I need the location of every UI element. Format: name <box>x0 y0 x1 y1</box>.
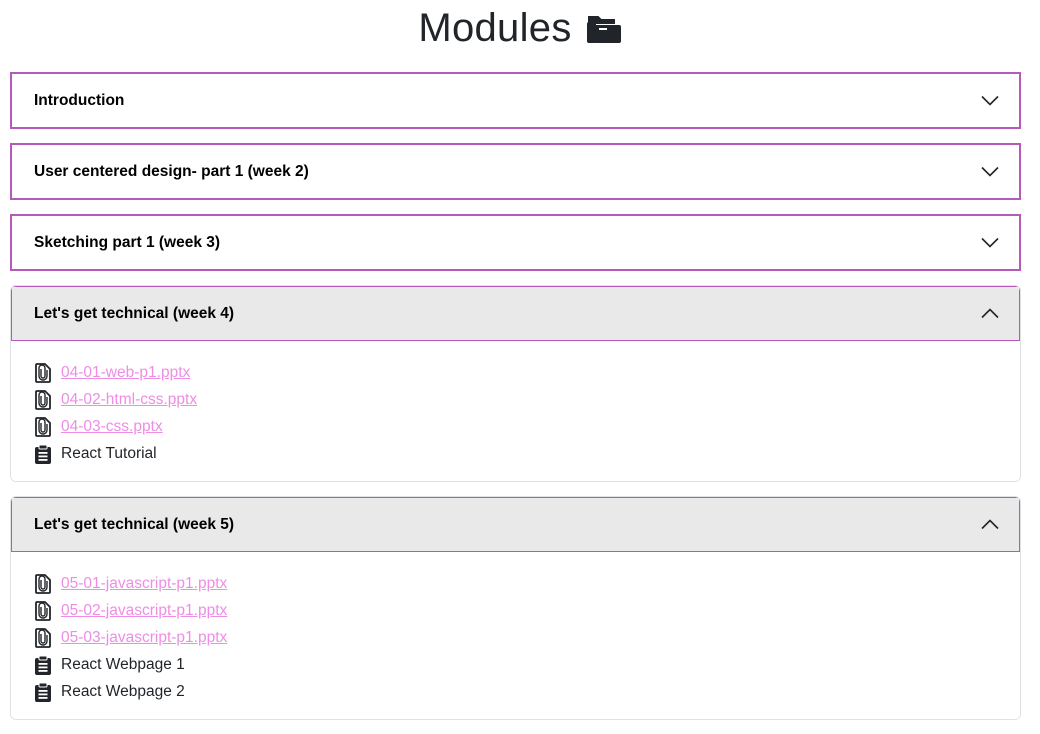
paperclip-file-icon <box>33 600 53 621</box>
module-item: Sketching part 1 (week 3) <box>10 214 1021 271</box>
file-resource-item: 05-01-javascript-p1.pptx <box>33 570 998 597</box>
assignment-label[interactable]: React Webpage 2 <box>61 683 185 701</box>
paperclip-file-icon <box>33 389 53 410</box>
module-header-button[interactable]: Sketching part 1 (week 3) <box>10 214 1021 271</box>
file-link[interactable]: 04-02-html-css.pptx <box>61 391 197 409</box>
modules-accordion: Introduction User centered design- part 1… <box>10 72 1021 734</box>
page-header: Modules <box>0 0 1040 60</box>
chevron-down-icon <box>981 237 999 248</box>
module-body: 05-01-javascript-p1.pptx 05-02-javascript… <box>11 552 1020 719</box>
file-link[interactable]: 04-01-web-p1.pptx <box>61 364 190 382</box>
assignment-label[interactable]: React Webpage 1 <box>61 656 185 674</box>
module-title: Sketching part 1 (week 3) <box>34 233 221 251</box>
module-item: User centered design- part 1 (week 2) <box>10 143 1021 200</box>
page-title-wrap: Modules <box>418 6 621 51</box>
paperclip-file-icon <box>33 362 53 383</box>
module-title: Introduction <box>34 91 125 109</box>
file-resource-item: 04-02-html-css.pptx <box>33 386 998 413</box>
file-resource-item: 05-03-javascript-p1.pptx <box>33 624 998 651</box>
file-link[interactable]: 05-01-javascript-p1.pptx <box>61 575 227 593</box>
assignment-item: React Tutorial <box>33 440 998 467</box>
chevron-up-icon <box>981 519 999 530</box>
paperclip-file-icon <box>33 573 53 594</box>
module-item: Let's get technical (week 4) 04-01-web-p1… <box>10 285 1021 482</box>
chevron-down-icon <box>981 95 999 106</box>
paperclip-file-icon <box>33 416 53 437</box>
module-header-button[interactable]: User centered design- part 1 (week 2) <box>10 143 1021 200</box>
file-resource-item: 04-01-web-p1.pptx <box>33 359 998 386</box>
paperclip-file-icon <box>33 627 53 648</box>
file-link[interactable]: 04-03-css.pptx <box>61 418 163 436</box>
assignment-label[interactable]: React Tutorial <box>61 445 157 463</box>
module-header-button[interactable]: Introduction <box>10 72 1021 129</box>
module-title: Let's get technical (week 5) <box>34 515 235 533</box>
module-header-button[interactable]: Let's get technical (week 4) <box>11 286 1020 342</box>
module-item: Introduction <box>10 72 1021 129</box>
folder-open-icon <box>586 13 622 45</box>
chevron-up-icon <box>981 308 999 319</box>
clipboard-icon <box>33 655 53 675</box>
clipboard-icon <box>33 682 53 702</box>
module-title: User centered design- part 1 (week 2) <box>34 162 309 180</box>
assignment-item: React Webpage 2 <box>33 678 998 705</box>
clipboard-icon <box>33 444 53 464</box>
chevron-down-icon <box>981 166 999 177</box>
module-body: 04-01-web-p1.pptx 04-02-html-css.pptx 04-0… <box>11 341 1020 481</box>
page-title: Modules <box>418 6 572 50</box>
assignment-item: React Webpage 1 <box>33 651 998 678</box>
file-link[interactable]: 05-02-javascript-p1.pptx <box>61 602 227 620</box>
file-link[interactable]: 05-03-javascript-p1.pptx <box>61 629 227 647</box>
module-header-button[interactable]: Let's get technical (week 5) <box>11 497 1020 553</box>
file-resource-item: 04-03-css.pptx <box>33 413 998 440</box>
module-item: Let's get technical (week 5) 05-01-javasc… <box>10 496 1021 720</box>
file-resource-item: 05-02-javascript-p1.pptx <box>33 597 998 624</box>
module-title: Let's get technical (week 4) <box>34 304 235 322</box>
